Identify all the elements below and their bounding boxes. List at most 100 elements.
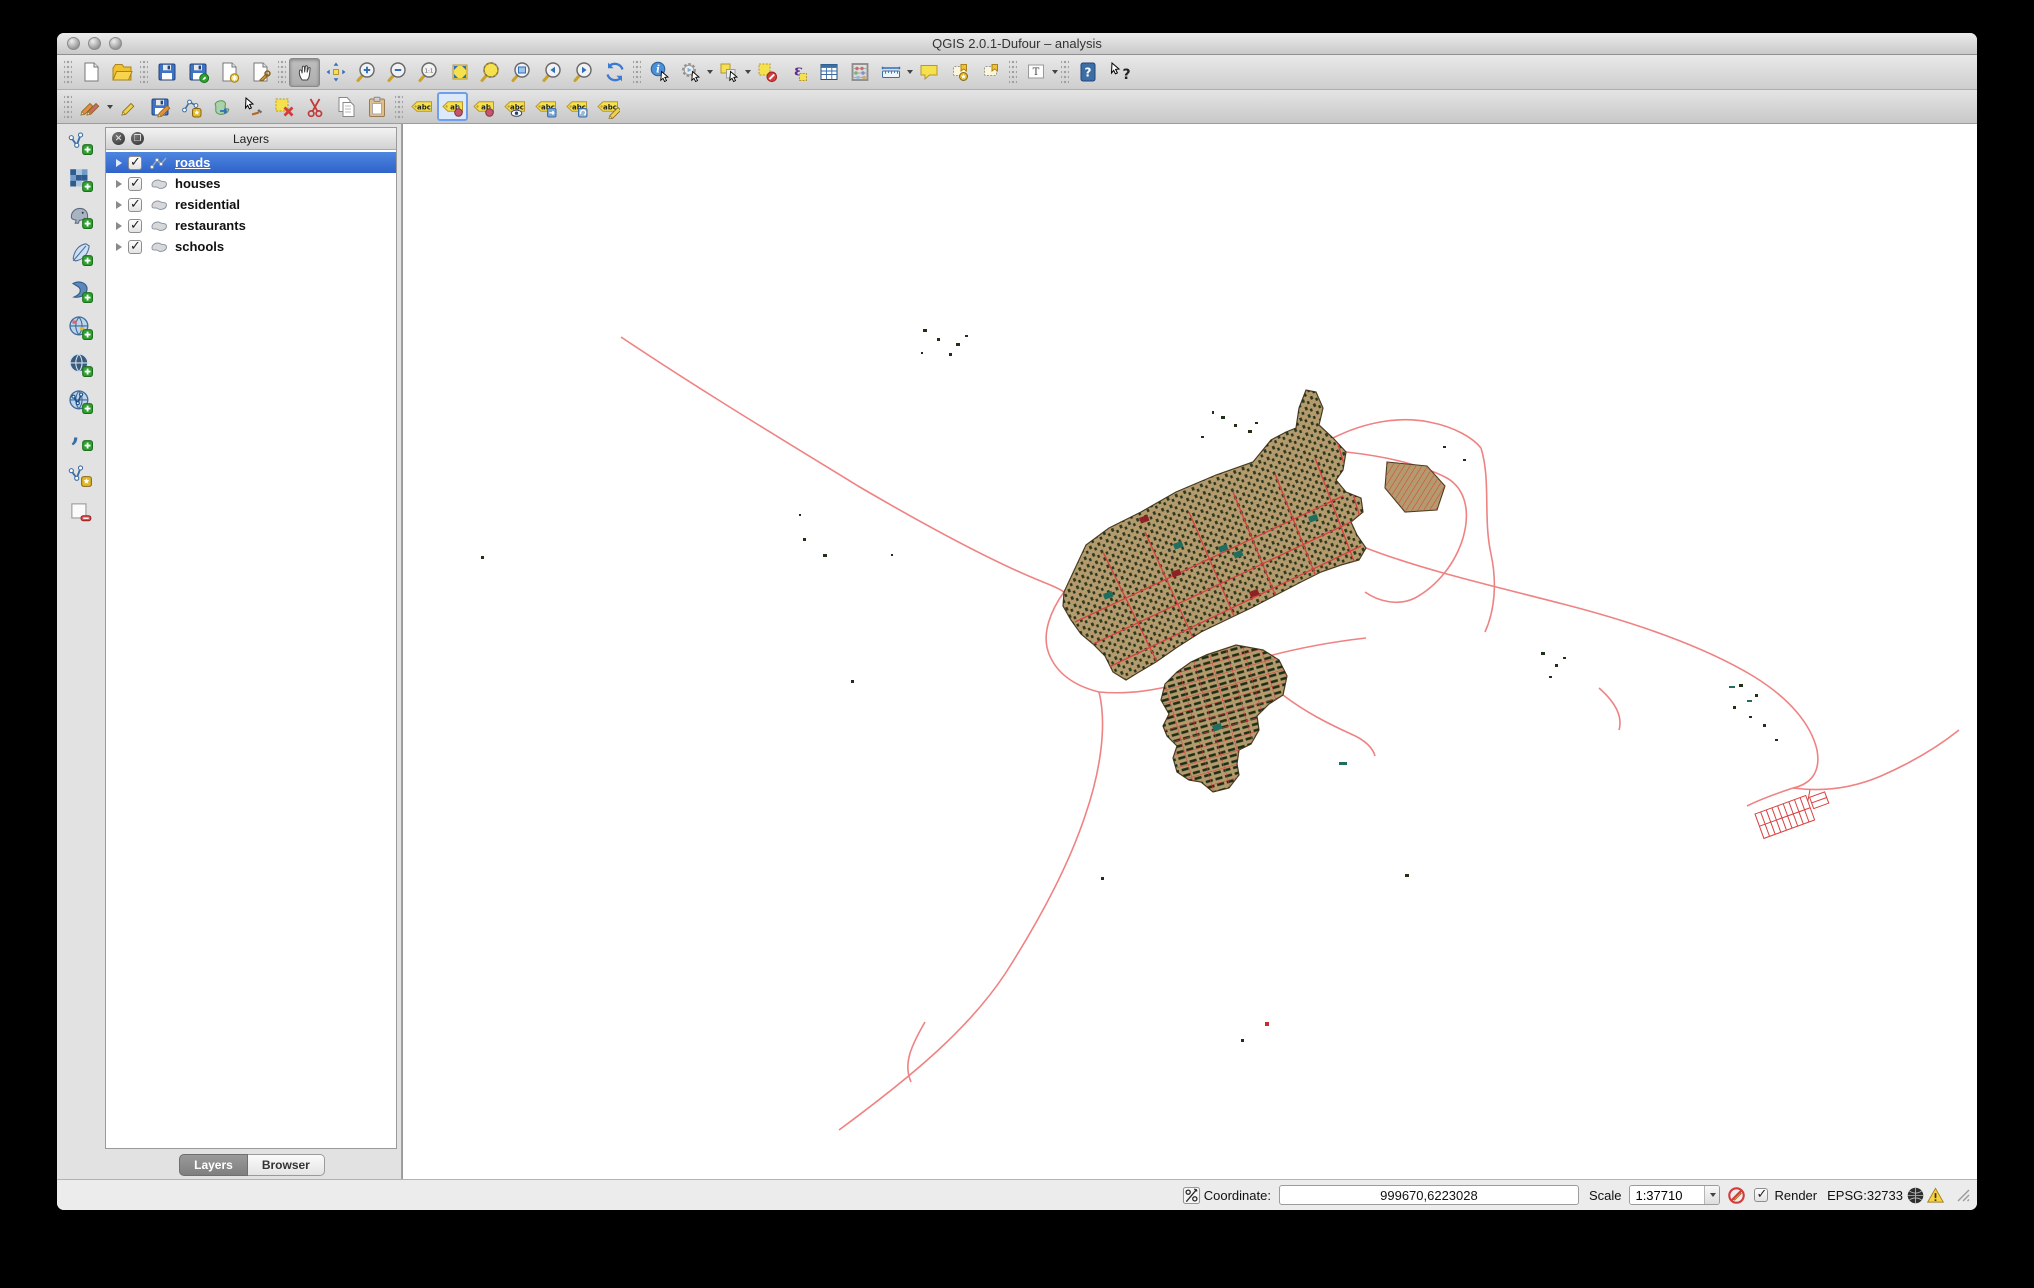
layer-visibility-checkbox[interactable] bbox=[128, 175, 142, 191]
add-mssql-layer-button[interactable] bbox=[64, 274, 96, 306]
add-wfs-layer-button[interactable] bbox=[64, 385, 96, 417]
zoom-in-button[interactable] bbox=[351, 58, 382, 87]
labeling-options-button[interactable]: abc bbox=[406, 92, 437, 121]
layer-row-houses[interactable]: houses bbox=[106, 173, 396, 194]
add-postgis-layer-button[interactable] bbox=[64, 200, 96, 232]
select-by-expression-button[interactable]: ε bbox=[782, 58, 813, 87]
node-tool-button[interactable] bbox=[237, 92, 268, 121]
open-project-button[interactable] bbox=[106, 58, 137, 87]
dock-tab-layers[interactable]: Layers bbox=[179, 1154, 248, 1176]
current-edits-button[interactable] bbox=[75, 92, 106, 121]
move-label-button[interactable]: abc bbox=[530, 92, 561, 121]
layer-row-residential[interactable]: residential bbox=[106, 194, 396, 215]
text-annotation-button[interactable]: T bbox=[1020, 58, 1051, 87]
cut-features-button[interactable] bbox=[299, 92, 330, 121]
main-area: , ✕ ❐ Layers roads houses residential resta… bbox=[57, 124, 1977, 1179]
add-delimited-text-layer-button[interactable]: , bbox=[64, 422, 96, 454]
pin-labels-button[interactable]: ab bbox=[437, 92, 468, 121]
scale-input[interactable] bbox=[1630, 1186, 1705, 1204]
field-calculator-button[interactable] bbox=[844, 58, 875, 87]
expand-arrow-icon[interactable] bbox=[116, 200, 122, 209]
text-annotation-dropdown-arrow[interactable] bbox=[1052, 70, 1058, 74]
pan-map-button[interactable] bbox=[289, 57, 320, 87]
render-checkbox[interactable] bbox=[1754, 1186, 1769, 1202]
pan-to-selection-button[interactable] bbox=[320, 58, 351, 87]
refresh-button[interactable] bbox=[599, 58, 630, 87]
paste-features-button[interactable] bbox=[361, 92, 392, 121]
scale-dropdown-button[interactable] bbox=[1704, 1186, 1720, 1204]
close-window-button[interactable] bbox=[67, 37, 80, 50]
composer-manager-button[interactable] bbox=[244, 58, 275, 87]
add-feature-button[interactable] bbox=[175, 92, 206, 121]
scale-combo[interactable] bbox=[1629, 1185, 1721, 1205]
zoom-native-button[interactable]: 1:1 bbox=[413, 58, 444, 87]
select-features-button[interactable] bbox=[713, 58, 744, 87]
run-feature-action-button[interactable] bbox=[675, 58, 706, 87]
zoom-to-selection-button[interactable] bbox=[475, 58, 506, 87]
save-project-button[interactable] bbox=[151, 58, 182, 87]
layer-row-roads[interactable]: roads bbox=[106, 152, 396, 173]
new-shapefile-layer-button[interactable] bbox=[64, 459, 96, 491]
zoom-out-button[interactable] bbox=[382, 58, 413, 87]
add-raster-layer-icon bbox=[70, 169, 93, 192]
panel-close-icon[interactable]: ✕ bbox=[112, 132, 125, 145]
show-hide-labels-button[interactable]: abc bbox=[499, 92, 530, 121]
add-spatialite-layer-button[interactable] bbox=[64, 237, 96, 269]
whats-this-button[interactable]: ? bbox=[1103, 58, 1134, 87]
identify-button[interactable]: i bbox=[644, 58, 675, 87]
expand-arrow-icon[interactable] bbox=[116, 179, 122, 188]
expand-arrow-icon[interactable] bbox=[116, 158, 122, 167]
map-tips-button[interactable] bbox=[913, 58, 944, 87]
save-edits-button[interactable] bbox=[144, 92, 175, 121]
stop-rendering-icon[interactable] bbox=[1726, 1185, 1746, 1205]
move-feature-button[interactable] bbox=[206, 92, 237, 121]
title-bar[interactable]: QGIS 2.0.1-Dufour – analysis bbox=[57, 33, 1977, 55]
layer-visibility-checkbox[interactable] bbox=[128, 154, 142, 170]
layer-row-restaurants[interactable]: restaurants bbox=[106, 215, 396, 236]
add-vector-layer-button[interactable] bbox=[64, 126, 96, 158]
highlight-pinned-labels-button[interactable]: ab bbox=[468, 92, 499, 121]
layer-row-schools[interactable]: schools bbox=[106, 236, 396, 257]
attribute-table-button[interactable] bbox=[813, 58, 844, 87]
remove-layer-button[interactable] bbox=[64, 496, 96, 528]
expand-arrow-icon[interactable] bbox=[116, 221, 122, 230]
coordinate-input[interactable] bbox=[1278, 1185, 1579, 1205]
help-button[interactable]: ? bbox=[1072, 58, 1103, 87]
expand-arrow-icon[interactable] bbox=[116, 242, 122, 251]
zoom-to-layer-button[interactable] bbox=[506, 58, 537, 87]
save-project-as-button[interactable] bbox=[182, 58, 213, 87]
crs-status-icon[interactable] bbox=[1905, 1185, 1925, 1205]
minimize-window-button[interactable] bbox=[88, 37, 101, 50]
layer-visibility-checkbox[interactable] bbox=[128, 238, 142, 254]
toggle-editing-button[interactable] bbox=[113, 92, 144, 121]
zoom-next-button[interactable] bbox=[568, 58, 599, 87]
new-composer-button[interactable] bbox=[213, 58, 244, 87]
measure-button[interactable] bbox=[875, 58, 906, 87]
panel-detach-icon[interactable]: ❐ bbox=[131, 132, 144, 145]
add-wms-layer-button[interactable] bbox=[64, 311, 96, 343]
copy-features-button[interactable] bbox=[330, 92, 361, 121]
layer-visibility-checkbox[interactable] bbox=[128, 196, 142, 212]
zoom-window-button[interactable] bbox=[109, 37, 122, 50]
zoom-last-button[interactable] bbox=[537, 58, 568, 87]
map-canvas[interactable] bbox=[402, 124, 1977, 1179]
zoom-full-button[interactable] bbox=[444, 58, 475, 87]
delete-selected-button[interactable] bbox=[268, 92, 299, 121]
rotate-label-button[interactable]: abc bbox=[561, 92, 592, 121]
dock-tab-browser[interactable]: Browser bbox=[247, 1154, 325, 1176]
pan-to-selection-icon bbox=[326, 62, 345, 82]
show-bookmarks-button[interactable] bbox=[975, 58, 1006, 87]
deselect-features-button[interactable] bbox=[751, 58, 782, 87]
toolbar-drag-handle bbox=[395, 94, 403, 119]
layer-name: roads bbox=[175, 155, 211, 170]
new-bookmark-button[interactable] bbox=[944, 58, 975, 87]
layer-visibility-checkbox[interactable] bbox=[128, 217, 142, 233]
add-raster-layer-button[interactable] bbox=[64, 163, 96, 195]
resize-grip[interactable] bbox=[1955, 1187, 1971, 1203]
new-project-button[interactable] bbox=[75, 58, 106, 87]
coordinate-display-toggle-icon[interactable] bbox=[1182, 1185, 1202, 1205]
change-label-properties-button[interactable]: abc bbox=[592, 92, 623, 121]
zoom-to-selection-icon bbox=[480, 62, 499, 82]
add-wcs-layer-button[interactable] bbox=[64, 348, 96, 380]
messages-warning-icon[interactable] bbox=[1925, 1185, 1945, 1205]
